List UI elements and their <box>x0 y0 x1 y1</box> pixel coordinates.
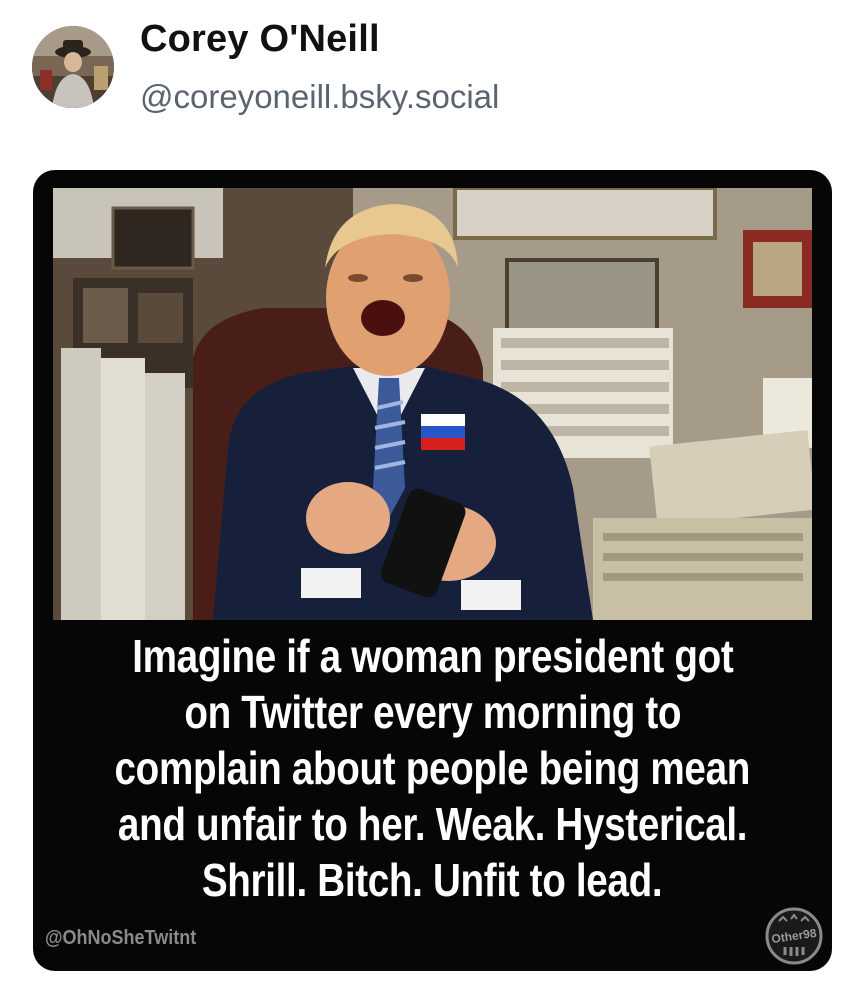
watermark-handle: @OhNoSheTwitnt <box>45 927 197 949</box>
caption-line: and unfair to her. Weak. Hysterical. <box>117 798 748 850</box>
caption-line: on Twitter every morning to <box>184 686 681 738</box>
caption-line: Imagine if a woman president got <box>131 630 734 682</box>
avatar-photo <box>32 26 114 108</box>
avatar[interactable] <box>32 26 114 108</box>
photo-illustration <box>53 188 812 620</box>
author-display-name[interactable]: Corey O'Neill <box>140 18 380 61</box>
other98-badge-icon: Other98 <box>765 907 823 965</box>
post-header: Corey O'Neill @coreyoneill.bsky.social <box>0 0 863 160</box>
caption-line: Shrill. Bitch. Unfit to lead. <box>202 854 663 906</box>
meme-photo <box>53 188 812 620</box>
caption-line: complain about people being mean <box>114 742 751 794</box>
author-handle[interactable]: @coreyoneill.bsky.social <box>140 78 499 116</box>
post-image[interactable]: Imagine if a woman president got on Twit… <box>33 170 832 971</box>
meme-caption: Imagine if a woman president got on Twit… <box>45 628 820 908</box>
